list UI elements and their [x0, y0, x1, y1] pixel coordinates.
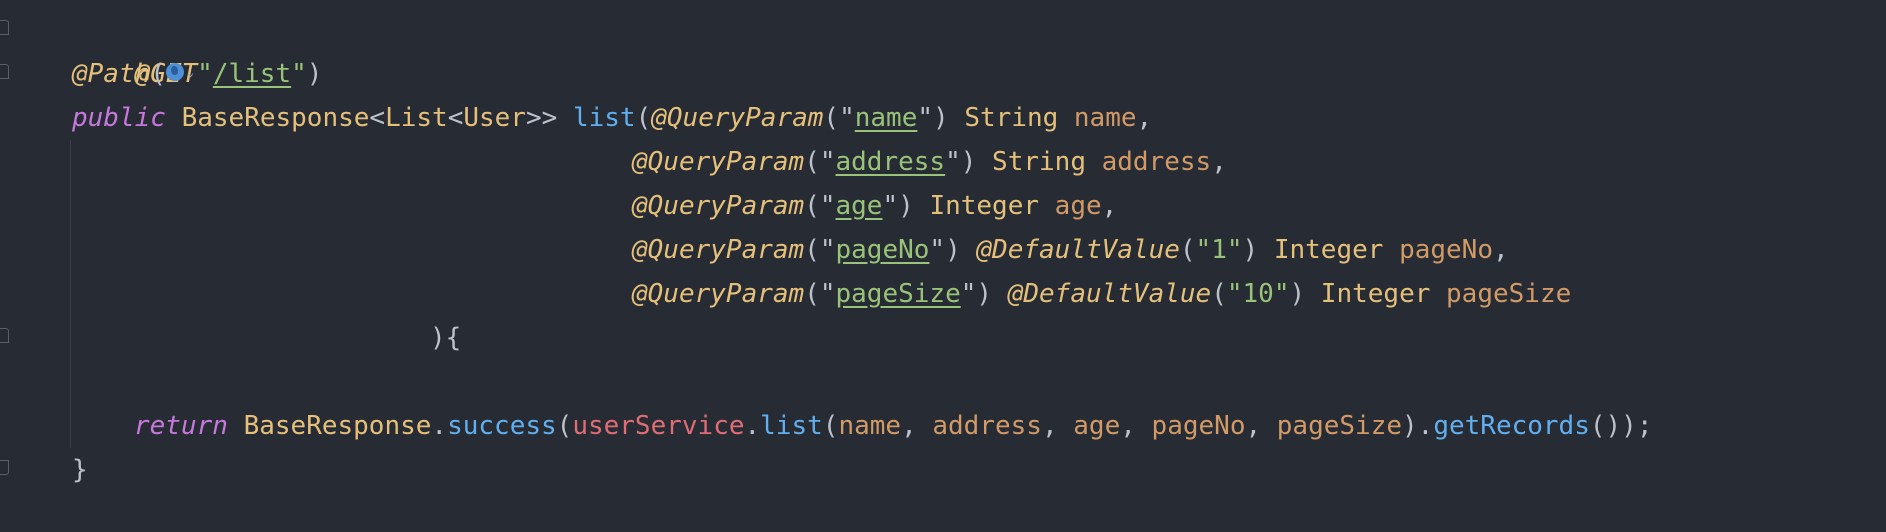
paren: ("	[804, 147, 836, 177]
query-key[interactable]: name	[855, 103, 918, 133]
comma: ,	[1492, 235, 1509, 265]
code-line-7: @QueryParam("pageSize") @DefaultValue("1…	[632, 272, 1571, 316]
param-name: name	[1073, 103, 1137, 133]
default-value: "10"	[1226, 279, 1290, 309]
param-type: Integer	[1320, 279, 1431, 309]
dot: .	[744, 411, 761, 441]
code-line-4: @QueryParam("address") String address,	[632, 140, 1227, 184]
paren: ("	[804, 235, 836, 265]
annotation-query-param: @QueryParam	[651, 103, 824, 133]
query-key[interactable]: age	[836, 191, 883, 221]
code-line-3: public BaseResponse<List<User>> list(@Qu…	[72, 96, 1152, 140]
paren: )	[1289, 279, 1306, 309]
closing-brace: ){	[430, 323, 462, 353]
annotation-query-param: @QueryParam	[632, 147, 805, 177]
paren: ).	[1402, 411, 1434, 441]
param-type: String	[992, 147, 1086, 177]
paren: (	[150, 59, 166, 89]
code-line-5: @QueryParam("age") Integer age,	[632, 184, 1117, 228]
keyword-return: return	[134, 411, 228, 441]
angle-bracket: <	[369, 103, 386, 133]
method-name: getRecords	[1433, 411, 1590, 441]
path-link[interactable]: /list	[213, 59, 291, 89]
quote: "	[197, 59, 213, 89]
fold-marker-icon[interactable]	[0, 328, 9, 343]
type-name: User	[463, 103, 526, 133]
code-line-10: return BaseResponse.success(userService.…	[134, 404, 1653, 448]
paren: (	[1179, 235, 1196, 265]
paren: )	[306, 59, 323, 89]
paren: (	[635, 103, 652, 133]
paren: ("	[804, 279, 836, 309]
annotation-default-value: @DefaultValue	[976, 235, 1180, 265]
annotation-query-param: @QueryParam	[632, 191, 805, 221]
paren: ")	[917, 103, 949, 133]
argument: pageSize	[1276, 411, 1403, 441]
argument: name	[838, 411, 902, 441]
fold-marker-icon[interactable]	[0, 460, 9, 475]
chevron-down-icon[interactable]: ⌄	[187, 50, 194, 94]
param-type: Integer	[1273, 235, 1384, 265]
keyword-public: public	[72, 103, 166, 133]
annotation-query-param: @QueryParam	[632, 279, 805, 309]
argument: age	[1073, 411, 1121, 441]
paren: ")	[960, 279, 993, 309]
type-name: BaseResponse	[181, 103, 370, 133]
type-name: BaseResponse	[243, 411, 432, 441]
angle-bracket: <	[447, 103, 464, 133]
method-name: list	[572, 103, 636, 133]
fold-marker-icon[interactable]	[0, 64, 9, 79]
comma: ,	[1120, 411, 1152, 441]
method-name: success	[447, 411, 557, 441]
default-value: "1"	[1195, 235, 1243, 265]
param-name: address	[1101, 147, 1212, 177]
paren: )	[1242, 235, 1259, 265]
paren: (	[556, 411, 573, 441]
paren: ("	[804, 191, 836, 221]
param-name: pageSize	[1446, 279, 1572, 309]
comma: ,	[1101, 191, 1118, 221]
query-key[interactable]: pageNo	[836, 235, 930, 265]
comma: ,	[1136, 103, 1153, 133]
comma: ,	[1211, 147, 1227, 177]
annotation-default-value: @DefaultValue	[1007, 279, 1212, 309]
code-line-2: @Path(⌄ "/list")	[72, 52, 322, 96]
comma: ,	[1041, 411, 1074, 441]
field-name: userService	[572, 411, 745, 441]
code-line-8: ){	[430, 316, 461, 360]
code-line-6: @QueryParam("pageNo") @DefaultValue("1")…	[632, 228, 1509, 272]
param-name: age	[1054, 191, 1102, 221]
paren: ")	[945, 147, 977, 177]
angle-bracket: >>	[525, 103, 558, 133]
dot: .	[431, 411, 448, 441]
param-name: pageNo	[1399, 235, 1493, 265]
globe-icon[interactable]	[165, 62, 184, 81]
annotation-query-param: @QueryParam	[632, 235, 805, 265]
type-name: List	[385, 103, 448, 133]
query-key[interactable]: address	[836, 147, 946, 177]
param-type: String	[964, 103, 1059, 133]
param-type: Integer	[929, 191, 1040, 221]
comma: ,	[1245, 411, 1277, 441]
paren: (	[822, 411, 839, 441]
statement-end: ());	[1589, 411, 1653, 441]
argument: address	[932, 411, 1042, 441]
quote: "	[291, 59, 307, 89]
code-editor[interactable]: @GET @Path(⌄"/list") public BaseResponse…	[0, 0, 1886, 532]
closing-brace: }	[72, 455, 88, 485]
method-name: list	[760, 411, 823, 441]
argument: pageNo	[1151, 411, 1246, 441]
code-line-11: }	[72, 448, 88, 492]
paren: ")	[929, 235, 961, 265]
indent-guide	[70, 140, 71, 448]
paren: (	[1211, 279, 1227, 309]
comma: ,	[901, 411, 933, 441]
paren: ")	[882, 191, 914, 221]
code-line-1: @GET	[72, 8, 198, 89]
fold-marker-icon[interactable]	[0, 20, 9, 35]
paren: ("	[823, 103, 855, 133]
query-key[interactable]: pageSize	[836, 279, 961, 309]
editor-gutter	[0, 0, 20, 532]
annotation-path: @Path	[72, 59, 151, 89]
